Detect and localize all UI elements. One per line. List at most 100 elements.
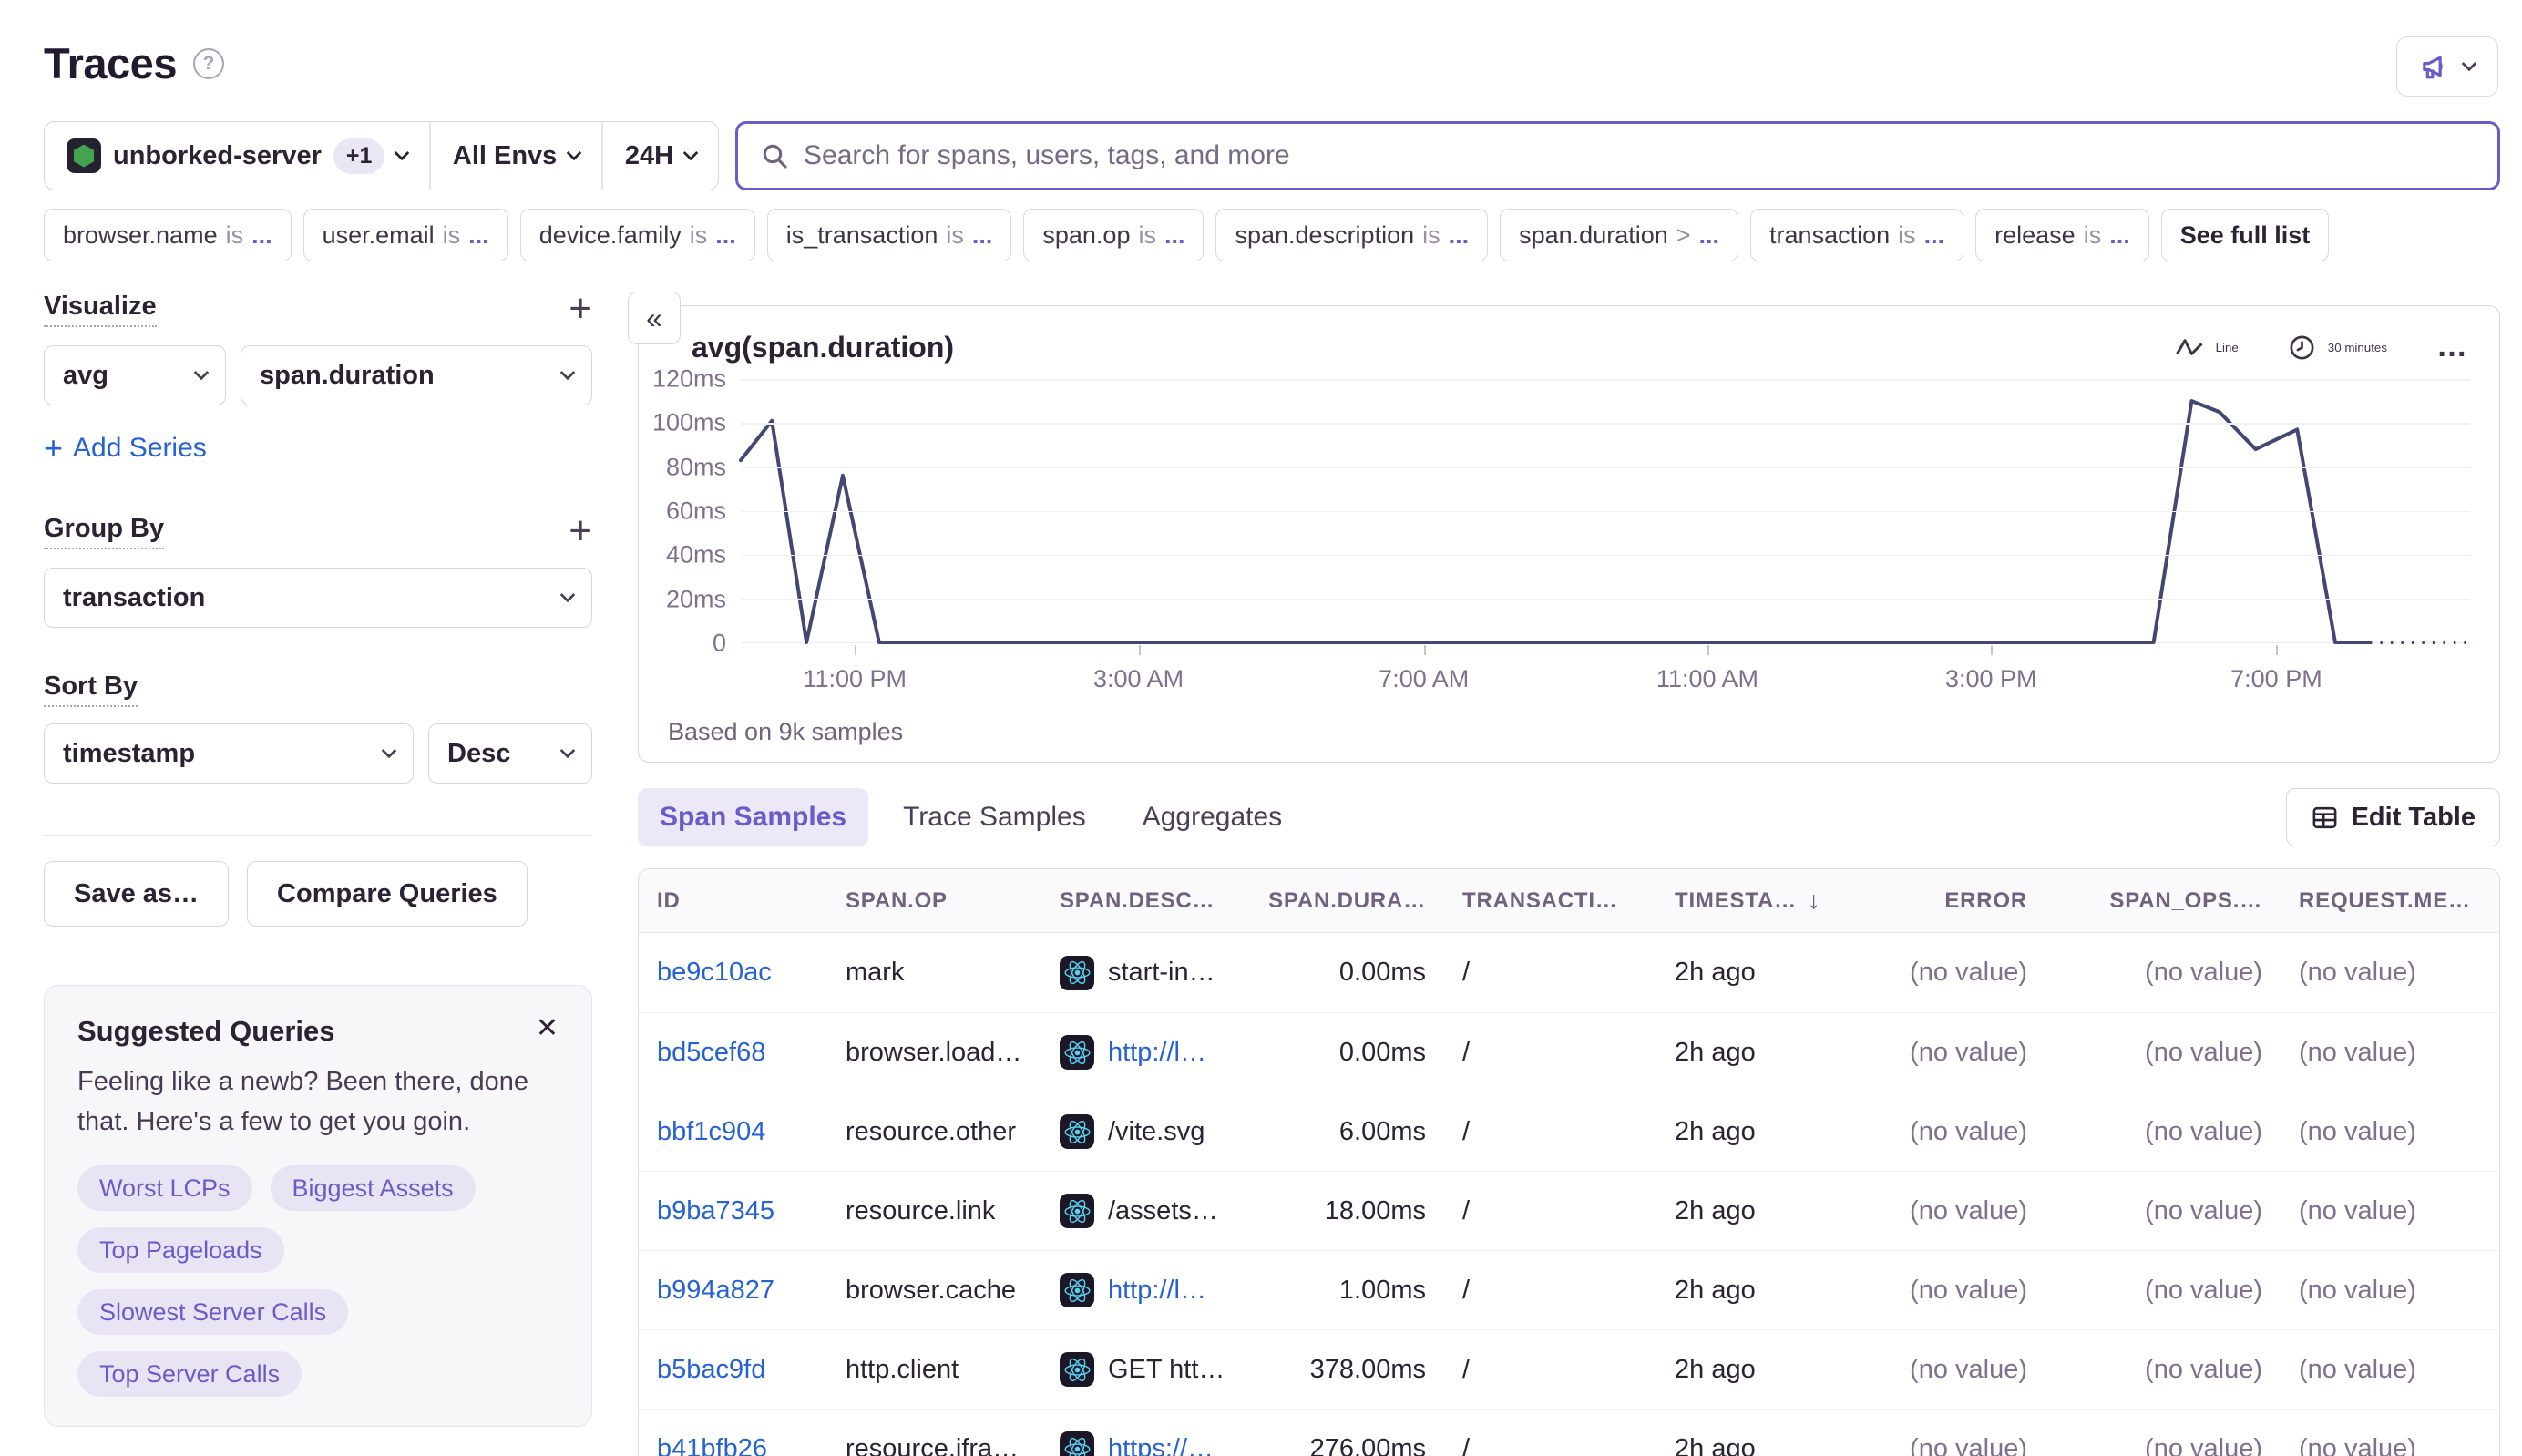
edit-table-button[interactable]: Edit Table (2286, 788, 2500, 846)
filter-chip-device.family[interactable]: device.familyis... (520, 209, 755, 261)
span-id-link[interactable]: b41bfb26 (657, 1434, 767, 1456)
chart-interval-button[interactable]: 30 minutes (2288, 333, 2387, 362)
cell-transaction: / (1444, 1434, 1656, 1456)
span-id-link[interactable]: b994a827 (657, 1276, 774, 1305)
table-row: b994a827browser.cache http://l…1.00ms/2h… (639, 1250, 2499, 1329)
tab-span-samples[interactable]: Span Samples (638, 788, 868, 846)
aggregate-select[interactable]: avg (44, 345, 226, 405)
span-id-link[interactable]: bd5cef68 (657, 1038, 765, 1067)
chevron-down-icon (567, 145, 582, 160)
timestamp-value[interactable]: 2h ago (1675, 1355, 1756, 1385)
span-id-link[interactable]: b5bac9fd (657, 1355, 765, 1384)
collapse-sidebar-button[interactable]: « (628, 292, 681, 344)
filter-chip-span.duration[interactable]: span.duration>... (1500, 209, 1738, 261)
sort-field-select[interactable]: timestamp (44, 723, 414, 784)
cell-transaction: / (1444, 1355, 1656, 1385)
x-axis-label: 11:00 AM (1656, 665, 1758, 693)
cell-timestamp: 2h ago (1656, 1434, 1875, 1456)
x-axis-label: 7:00 PM (2230, 665, 2322, 693)
span-id-link[interactable]: be9c10ac (657, 958, 772, 987)
timestamp-value[interactable]: 2h ago (1675, 1434, 1756, 1456)
filter-chip-span.description[interactable]: span.descriptionis... (1215, 209, 1488, 261)
help-icon[interactable]: ? (193, 48, 224, 79)
chip-key: release (1994, 221, 2076, 250)
suggested-query-pill[interactable]: Top Pageloads (77, 1227, 284, 1273)
filter-chip-user.email[interactable]: user.emailis... (303, 209, 508, 261)
span-id-link[interactable]: b9ba7345 (657, 1196, 774, 1225)
column-header-timesta-[interactable]: TIMESTA…↓ (1656, 887, 1875, 915)
chart-type-button[interactable]: Line (2175, 335, 2239, 359)
react-icon (1060, 1035, 1094, 1070)
timestamp-value[interactable]: 2h ago (1675, 1038, 1756, 1068)
group-by-section-header: Group By + (44, 511, 592, 551)
table-row: be9c10acmark start-in…0.00ms/2h ago(no v… (639, 933, 2499, 1012)
search-bar[interactable] (735, 121, 2500, 190)
column-label: ERROR (1944, 888, 2027, 914)
column-header-request-me-[interactable]: REQUEST.ME… (2281, 888, 2499, 914)
chart-more-menu[interactable]: … (2436, 341, 2470, 354)
time-range-selector[interactable]: 24H (603, 122, 718, 190)
add-visualize-button[interactable]: + (569, 289, 592, 329)
cell-span-ops: (no value) (2045, 1196, 2281, 1226)
chip-value: ... (2109, 221, 2130, 250)
suggested-query-pill[interactable]: Biggest Assets (271, 1165, 476, 1211)
cell-span-ops: (no value) (2045, 958, 2281, 988)
sort-direction-select[interactable]: Desc (428, 723, 592, 784)
suggested-query-pill[interactable]: Slowest Server Calls (77, 1289, 348, 1335)
filter-chip-span.op[interactable]: span.opis... (1023, 209, 1204, 261)
close-icon[interactable]: ✕ (536, 1015, 559, 1042)
search-input[interactable] (804, 140, 2476, 171)
group-by-select[interactable]: transaction (44, 568, 592, 628)
tab-trace-samples[interactable]: Trace Samples (881, 788, 1108, 846)
span-id-link[interactable]: bbf1c904 (657, 1117, 765, 1146)
timestamp-value[interactable]: 2h ago (1675, 1196, 1756, 1226)
table-row: b5bac9fdhttp.client GET htt…378.00ms/2h … (639, 1329, 2499, 1409)
cell-request-method: (no value) (2281, 1117, 2499, 1147)
column-header-span-desc-[interactable]: SPAN.DESC… (1041, 888, 1262, 914)
chip-key: transaction (1769, 221, 1890, 250)
timestamp-value[interactable]: 2h ago (1675, 958, 1756, 988)
add-series-button[interactable]: + Add Series (44, 429, 207, 467)
span-description-link[interactable]: http://l… (1108, 1276, 1206, 1306)
sort-desc-icon[interactable]: ↓ (1808, 887, 1820, 915)
save-as-button[interactable]: Save as… (44, 861, 229, 927)
column-header-transacti-[interactable]: TRANSACTI… (1444, 888, 1656, 914)
compare-queries-button[interactable]: Compare Queries (247, 861, 528, 927)
suggested-query-pill[interactable]: Top Server Calls (77, 1351, 302, 1397)
timestamp-value[interactable]: 2h ago (1675, 1117, 1756, 1147)
field-select[interactable]: span.duration (241, 345, 592, 405)
filter-chip-release[interactable]: releaseis... (1975, 209, 2149, 261)
results-tabs-row: Span SamplesTrace SamplesAggregates Edit… (638, 788, 2500, 846)
column-header-id[interactable]: ID (639, 888, 827, 914)
suggested-query-pill[interactable]: Worst LCPs (77, 1165, 252, 1211)
cell-request-method: (no value) (2281, 1038, 2499, 1068)
gridline (741, 423, 2470, 425)
filter-chip-browser.name[interactable]: browser.nameis... (44, 209, 292, 261)
column-header-span-dura-[interactable]: SPAN.DURA… (1262, 888, 1444, 914)
filter-chip-is_transaction[interactable]: is_transactionis... (767, 209, 1012, 261)
y-axis: 120ms100ms80ms60ms40ms20ms0 (639, 379, 741, 643)
cell-span-duration: 276.00ms (1262, 1434, 1444, 1456)
column-header-error[interactable]: ERROR (1875, 888, 2045, 914)
x-axis-label: 7:00 AM (1379, 665, 1469, 693)
see-full-list-button[interactable]: See full list (2161, 209, 2330, 261)
column-header-span-op[interactable]: SPAN.OP (827, 888, 1041, 914)
span-description-text: /assets… (1108, 1196, 1218, 1226)
cell-request-method: (no value) (2281, 1355, 2499, 1385)
whats-new-button[interactable] (2396, 36, 2498, 97)
chart-plot-area[interactable] (741, 379, 2470, 643)
project-selector[interactable]: unborked-server +1 (45, 122, 429, 190)
add-group-by-button[interactable]: + (569, 511, 592, 551)
span-description-link[interactable]: https://… (1108, 1434, 1214, 1456)
table-row: bbf1c904resource.other /vite.svg6.00ms/2… (639, 1092, 2499, 1171)
cell-span-op: resource.other (827, 1117, 1041, 1147)
aggregate-value: avg (63, 361, 108, 391)
group-by-label: Group By (44, 514, 164, 549)
filter-chip-transaction[interactable]: transactionis... (1750, 209, 1963, 261)
tab-aggregates[interactable]: Aggregates (1121, 788, 1304, 846)
add-series-label: Add Series (73, 433, 207, 464)
timestamp-value[interactable]: 2h ago (1675, 1276, 1756, 1306)
column-header-span-ops-[interactable]: SPAN_OPS.… (2045, 888, 2281, 914)
environment-selector[interactable]: All Envs (431, 122, 601, 190)
span-description-link[interactable]: http://l… (1108, 1038, 1206, 1068)
